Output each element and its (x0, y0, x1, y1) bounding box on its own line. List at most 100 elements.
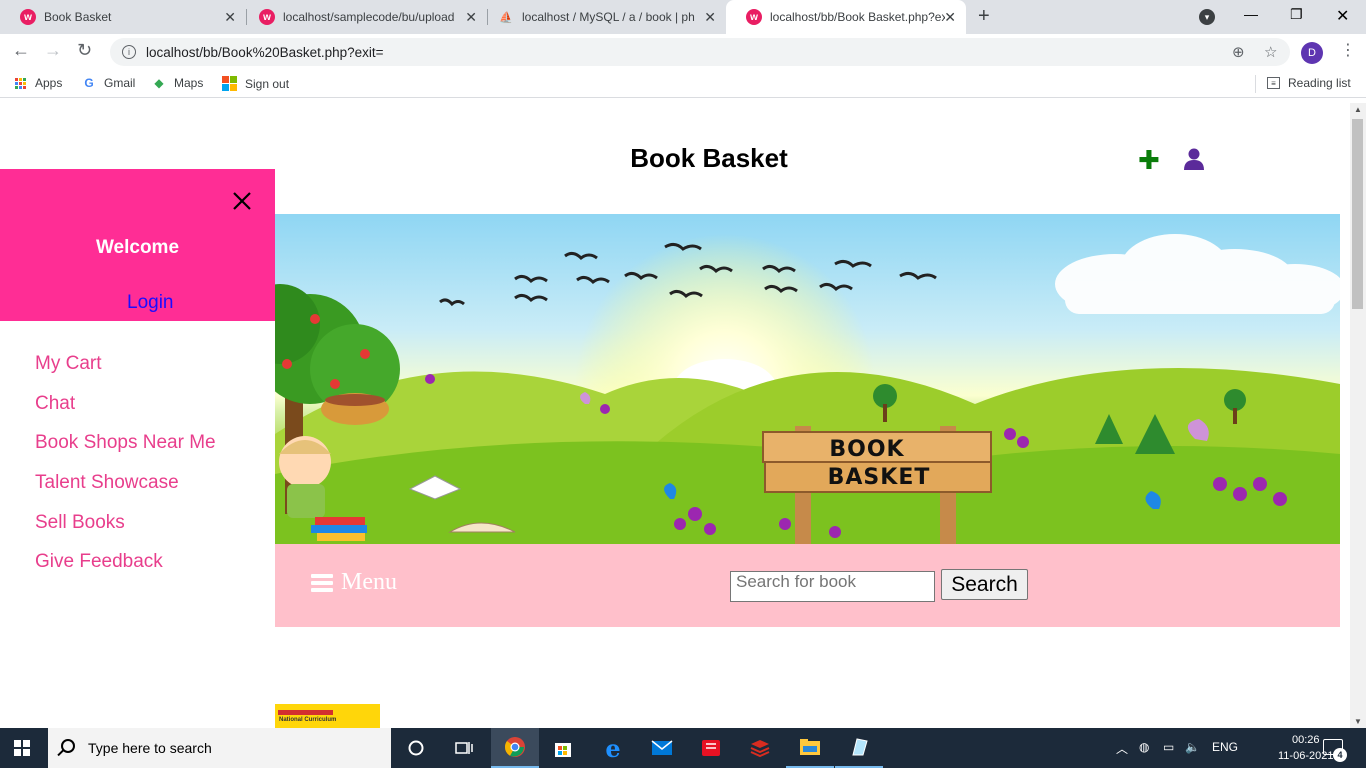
bookmark-star-icon[interactable]: ☆ (1264, 43, 1277, 61)
new-tab-icon[interactable]: + (978, 5, 990, 28)
scroll-down-icon[interactable]: ▼ (1354, 717, 1362, 726)
tab-title: localhost / MySQL / a / book | ph (522, 10, 695, 24)
bookmark-label: Apps (35, 76, 63, 90)
side-navigation: Welcome Login My Cart Chat Book Shops Ne… (0, 169, 275, 728)
bookmark-maps[interactable]: ◆ Maps (152, 76, 203, 90)
reading-list-label: Reading list (1288, 76, 1351, 90)
chrome-taskbar-icon[interactable] (491, 728, 539, 768)
search-placeholder: Search for book (736, 572, 857, 591)
site-title: Book Basket (630, 143, 788, 173)
redis-app-icon[interactable] (736, 728, 784, 768)
minimize-icon[interactable]: — (1244, 6, 1258, 22)
wamp-favicon-icon: w (20, 9, 36, 25)
sign-word-1: BOOK (829, 437, 904, 462)
microsoft-store-icon[interactable] (539, 728, 587, 768)
book-cover-band (278, 710, 333, 715)
close-window-icon[interactable]: ✕ (1336, 6, 1349, 26)
bookmark-label: Sign out (245, 76, 290, 91)
add-book-plus-icon[interactable]: ✚ (1138, 147, 1160, 173)
page-viewport: Book Basket ✚ BOOK BASKET Menu Search fo… (0, 103, 1350, 728)
notepad-app-icon[interactable] (835, 728, 883, 768)
landscape-illustration: BOOK BASKET (275, 234, 1340, 544)
tab-search-icon[interactable]: ▾ (1199, 9, 1215, 25)
browser-tab-2[interactable]: w localhost/samplecode/bu/upload ✕ (239, 0, 487, 34)
wamp-favicon-icon: w (259, 9, 275, 25)
welcome-text: Welcome (95, 237, 180, 258)
forward-arrow-icon[interactable]: → (44, 40, 62, 61)
scroll-up-icon[interactable]: ▲ (1354, 105, 1362, 114)
scrollbar-thumb[interactable] (1352, 119, 1363, 309)
taskbar-search-placeholder: Type here to search (88, 740, 212, 756)
search-icon (61, 739, 75, 753)
book-app-icon[interactable] (687, 728, 735, 768)
divider (1255, 75, 1256, 93)
tab-title: Book Basket (44, 10, 112, 24)
bookmark-label: Maps (174, 76, 204, 90)
volume-icon[interactable]: 🔈 (1185, 740, 1200, 754)
bookmark-label: Gmail (104, 76, 136, 90)
browser-tab-4-active[interactable]: w localhost/bb/Book Basket.php?exit= ✕ (726, 0, 966, 34)
nav-give-feedback[interactable]: Give Feedback (35, 551, 163, 573)
book-thumbnail[interactable]: National Curriculum (275, 704, 380, 728)
tab-title: localhost/samplecode/bu/upload (283, 10, 455, 24)
more-options-icon[interactable]: ⋮ (1340, 40, 1356, 60)
task-view-icon[interactable] (440, 728, 488, 768)
edge-icon[interactable]: e (589, 728, 637, 768)
zoom-icon[interactable]: ⊕ (1232, 43, 1245, 61)
close-tab-icon[interactable]: ✕ (704, 9, 716, 26)
nav-chat[interactable]: Chat (35, 393, 75, 415)
profile-avatar[interactable]: D (1301, 42, 1323, 64)
user-profile-icon[interactable] (1184, 148, 1204, 175)
close-sidenav-icon[interactable] (230, 189, 254, 213)
nav-sell-books[interactable]: Sell Books (35, 512, 125, 534)
search-button[interactable]: Search (941, 569, 1028, 600)
bookmarks-bar: Apps G Gmail ◆ Maps Sign out ≡ Reading l… (0, 70, 1366, 98)
bookmark-apps[interactable]: Apps (15, 76, 62, 90)
reload-icon[interactable]: ↻ (77, 40, 92, 61)
sidenav-header: Welcome Login (0, 169, 275, 321)
menu-button[interactable]: Menu (311, 569, 397, 596)
apps-grid-icon (15, 77, 26, 89)
file-explorer-icon[interactable] (786, 728, 834, 768)
show-hidden-icons-chevron[interactable]: ︿ (1116, 740, 1128, 757)
page-scrollbar[interactable]: ▲ ▼ (1350, 103, 1366, 728)
taskbar-search-box[interactable]: Type here to search (48, 728, 391, 768)
close-tab-icon[interactable]: ✕ (465, 9, 477, 26)
google-g-icon: G (84, 76, 94, 90)
browser-tab-1[interactable]: w Book Basket ✕ (0, 0, 246, 34)
bookmark-sign-out[interactable]: Sign out (222, 76, 289, 91)
network-globe-icon[interactable]: ◍ (1139, 740, 1149, 754)
cortana-icon[interactable] (392, 728, 440, 768)
hero-banner-image: BOOK BASKET (275, 214, 1340, 544)
login-link[interactable]: Login (127, 292, 174, 314)
wamp-favicon-icon: w (746, 9, 762, 25)
book-search-input[interactable]: Search for book (730, 571, 935, 602)
address-bar[interactable]: i localhost/bb/Book%20Basket.php?exit= (110, 38, 1290, 66)
menu-label: Menu (341, 569, 397, 595)
browser-toolbar: ← → ↻ i localhost/bb/Book%20Basket.php?e… (0, 34, 1366, 70)
url-text: localhost/bb/Book%20Basket.php?exit= (146, 44, 384, 60)
close-tab-icon[interactable]: ✕ (224, 9, 236, 26)
windows-taskbar: Type here to search e ︿ ◍ ▭ 🔈 ENG 00:26 … (0, 728, 1366, 768)
restore-icon[interactable]: ❐ (1290, 6, 1303, 23)
maps-pin-icon: ◆ (154, 76, 164, 90)
nav-talent-showcase[interactable]: Talent Showcase (35, 472, 179, 494)
back-arrow-icon[interactable]: ← (12, 40, 30, 61)
nav-my-cart[interactable]: My Cart (35, 353, 102, 375)
browser-tab-3[interactable]: ⛵ localhost / MySQL / a / book | ph ✕ (478, 0, 726, 34)
sign-word-2: BASKET (828, 465, 931, 490)
microsoft-logo-icon (222, 76, 237, 91)
windows-start-icon[interactable] (14, 740, 30, 756)
nav-book-shops-near-me[interactable]: Book Shops Near Me (35, 432, 216, 454)
bookmark-gmail[interactable]: G Gmail (82, 76, 135, 90)
close-tab-icon[interactable]: ✕ (944, 9, 956, 26)
tab-title: localhost/bb/Book Basket.php?exit= (770, 10, 945, 24)
language-indicator[interactable]: ENG (1212, 740, 1238, 754)
hamburger-icon (311, 573, 333, 592)
site-info-icon[interactable]: i (122, 45, 136, 59)
battery-icon[interactable]: ▭ (1163, 740, 1174, 754)
book-caption: National Curriculum (279, 717, 337, 723)
reading-list-icon: ≡ (1267, 77, 1280, 89)
mail-icon[interactable] (638, 728, 686, 768)
reading-list[interactable]: ≡ Reading list (1267, 76, 1351, 90)
